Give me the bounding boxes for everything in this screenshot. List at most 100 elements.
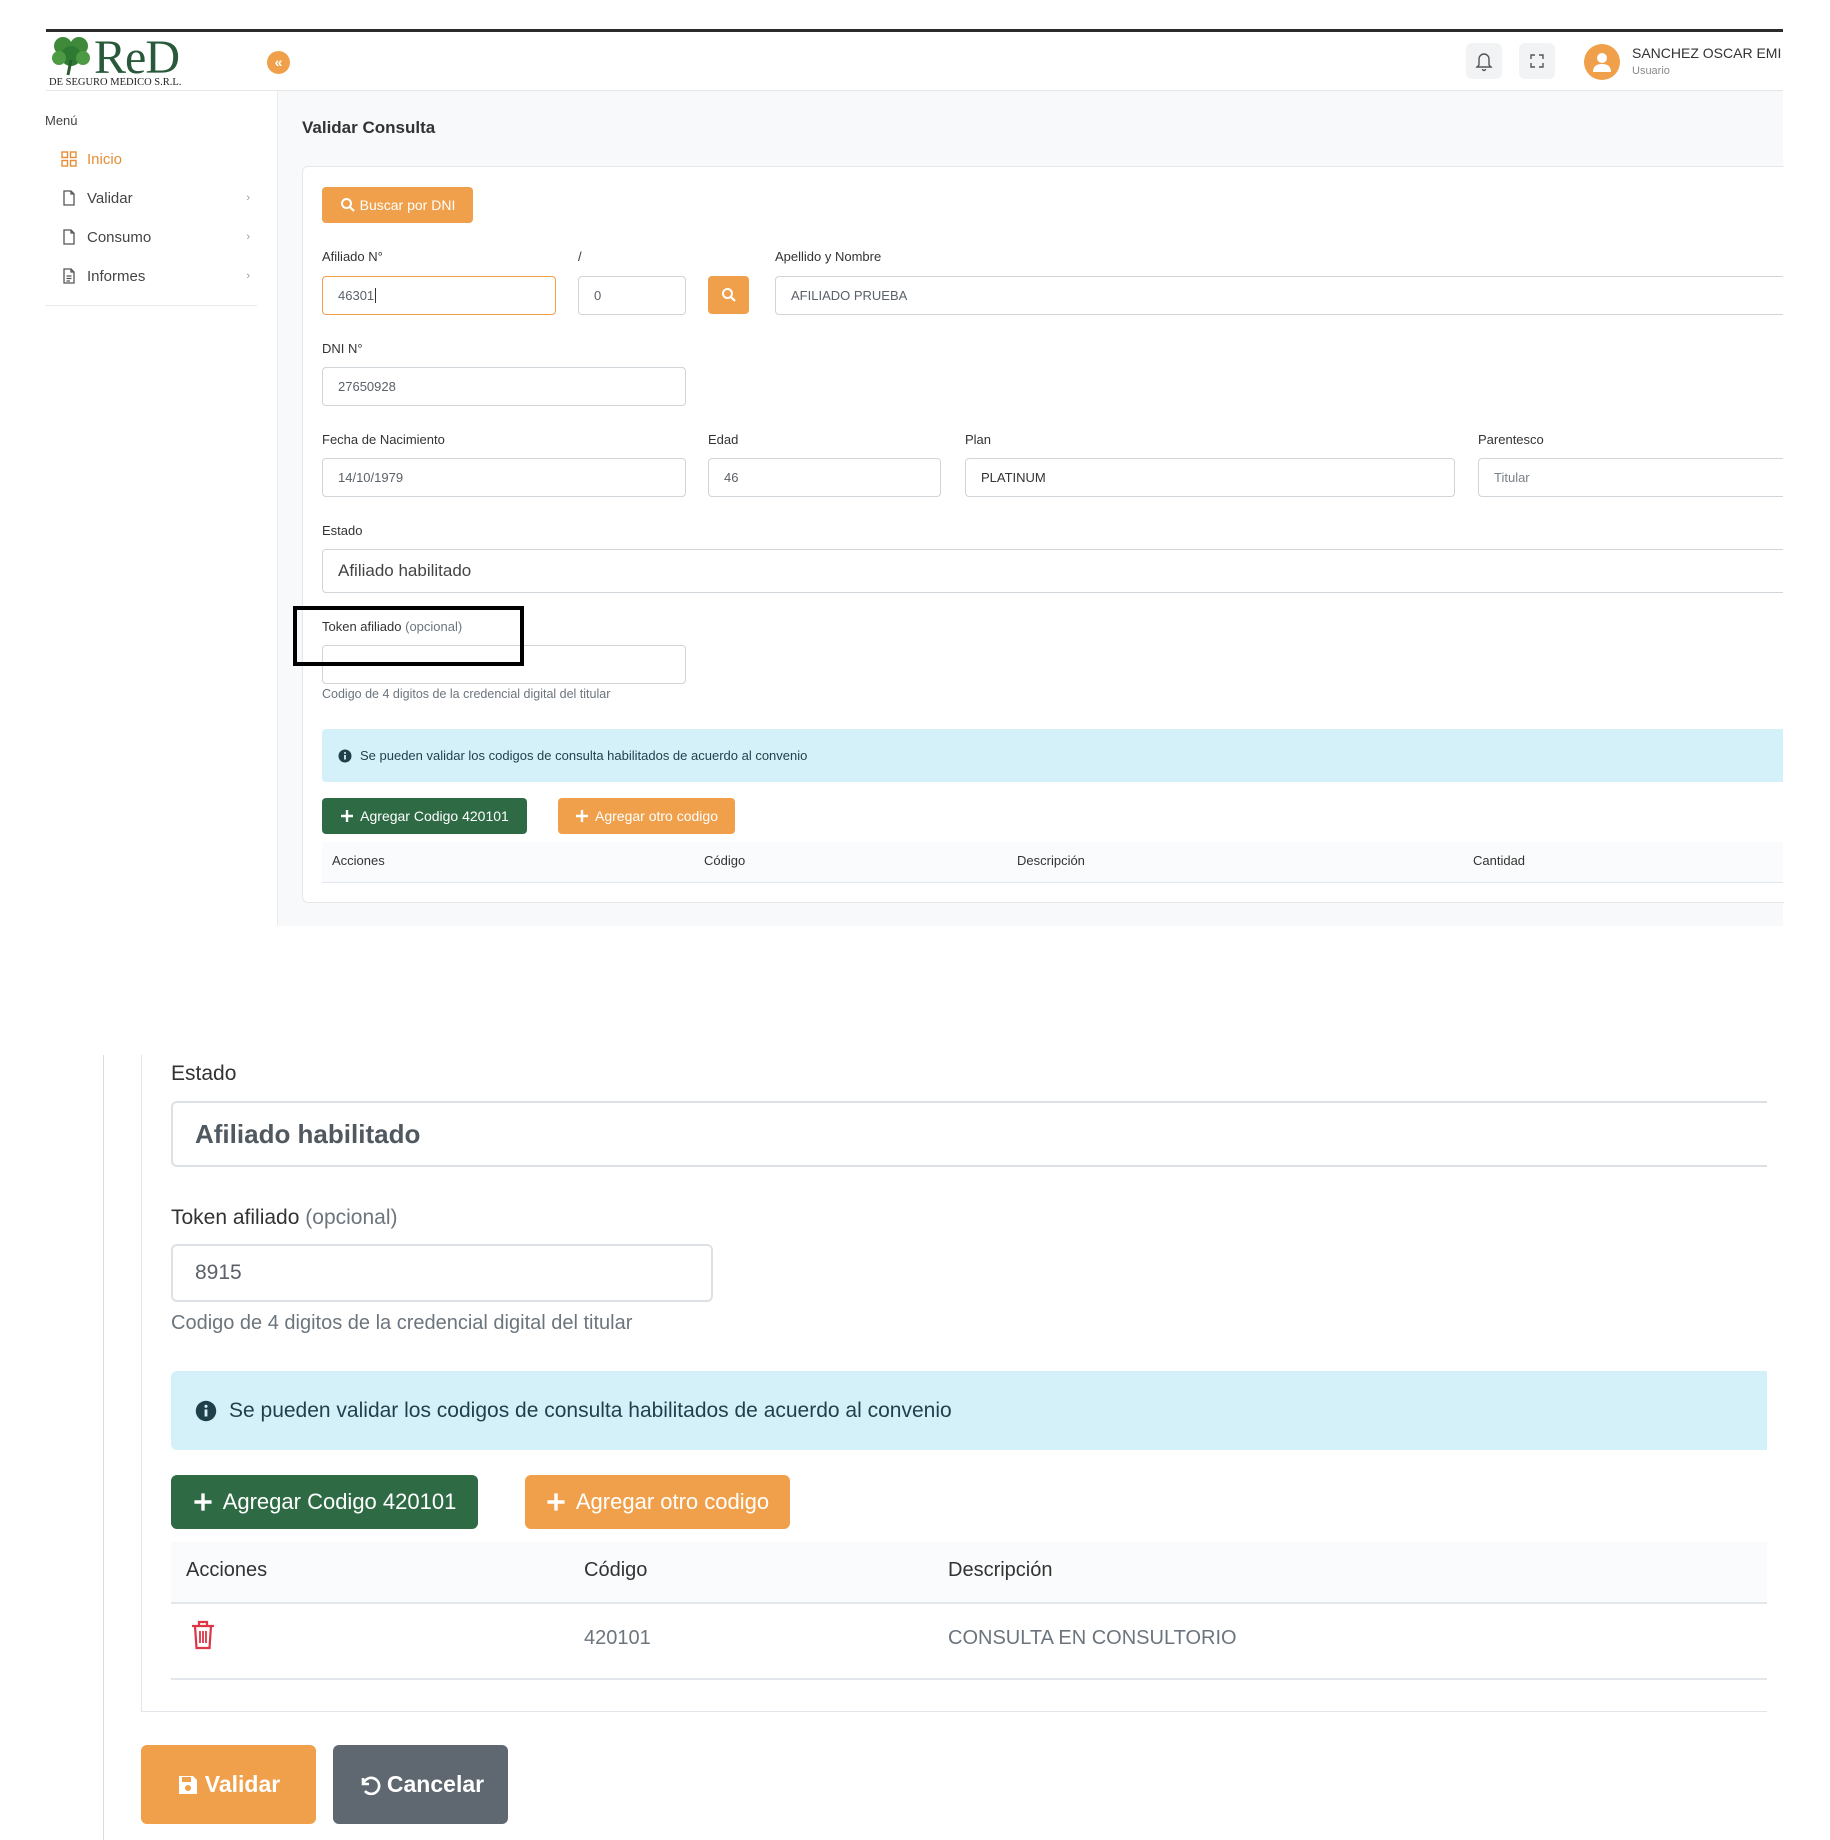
edad-label: Edad <box>708 432 739 447</box>
edad-value: 46 <box>724 470 739 485</box>
fecha-input[interactable]: 14/10/1979 <box>322 458 686 497</box>
info-alert-text: Se pueden validar los codigos de consult… <box>360 748 808 763</box>
sidebar-item-label: Informes <box>87 267 146 285</box>
validar-label: Validar <box>204 1771 281 1797</box>
screenshot-bottom: Estado Afiliado habilitado Token afiliad… <box>0 1055 1830 1840</box>
card-edge <box>141 1055 142 1712</box>
page-title: Validar Consulta <box>302 118 436 137</box>
parentesco-label: Parentesco <box>1478 432 1544 447</box>
sidebar-item-informes[interactable]: Informes › <box>60 261 250 291</box>
chevron-right-icon: › <box>246 270 250 282</box>
estado-field: Afiliado habilitado <box>322 549 1783 593</box>
add-other-code-label: Agregar otro codigo <box>595 808 718 824</box>
info-icon <box>195 1400 217 1421</box>
save-icon <box>178 1775 197 1794</box>
search-dni-label: Buscar por DNI <box>359 197 456 213</box>
estado-label: Estado <box>171 1062 237 1085</box>
notifications-button[interactable] <box>1466 43 1502 79</box>
info-alert: Se pueden validar los codigos de consult… <box>322 729 1783 782</box>
sidebar-item-label: Consumo <box>87 228 152 246</box>
th-codigo: Código <box>704 853 746 868</box>
sidebar-edge <box>103 1055 104 1840</box>
edad-input[interactable]: 46 <box>708 458 941 497</box>
afiliado-value: 46301 <box>338 288 375 303</box>
apellido-value: AFILIADO PRUEBA <box>791 288 908 303</box>
search-dni-button[interactable]: Buscar por DNI <box>322 187 473 223</box>
apellido-input[interactable]: AFILIADO PRUEBA <box>775 276 1783 315</box>
slash-label: / <box>578 249 582 264</box>
row-codigo: 420101 <box>584 1627 651 1649</box>
dni-input[interactable]: 27650928 <box>322 367 686 406</box>
estado-value: Afiliado habilitado <box>195 1118 421 1149</box>
plan-input[interactable]: PLATINUM <box>965 458 1455 497</box>
add-other-code-button[interactable]: Agregar otro codigo <box>558 798 735 834</box>
search-icon <box>340 198 355 212</box>
afiliado-suffix-input[interactable]: 0 <box>578 276 686 315</box>
fullscreen-button[interactable] <box>1519 43 1555 79</box>
cancelar-button[interactable]: Cancelar <box>333 1745 508 1824</box>
token-label-text: Token afiliado <box>171 1206 300 1229</box>
delete-row-button[interactable] <box>189 1619 217 1651</box>
plan-label: Plan <box>965 432 992 447</box>
token-input[interactable]: 8915 <box>171 1244 713 1302</box>
info-alert: Se pueden validar los codigos de consult… <box>171 1371 1767 1450</box>
sidebar-item-consumo[interactable]: Consumo › <box>60 222 250 252</box>
add-code-420101-button[interactable]: Agregar Codigo 420101 <box>171 1475 478 1529</box>
clover-logo-icon <box>48 34 94 76</box>
cancelar-label: Cancelar <box>386 1771 485 1797</box>
dni-value: 27650928 <box>338 379 396 394</box>
text-cursor <box>375 288 377 303</box>
logo-subtitle: DE SEGURO MEDICO S.R.L. <box>49 77 182 88</box>
token-optional-text: (opcional) <box>305 1206 398 1229</box>
info-alert-text: Se pueden validar los codigos de consult… <box>229 1398 952 1422</box>
screenshot-top: ReD DE SEGURO MEDICO S.R.L. « SANCHEZ OS… <box>0 0 1830 930</box>
trash-icon <box>192 1620 214 1650</box>
plus-icon <box>547 1493 565 1511</box>
th-codigo: Código <box>584 1559 648 1581</box>
grid-icon <box>61 151 77 167</box>
fecha-value: 14/10/1979 <box>338 470 404 485</box>
file-text-icon <box>63 268 75 284</box>
chevron-right-icon: › <box>246 231 250 243</box>
row-descripcion: CONSULTA EN CONSULTORIO <box>948 1627 1237 1649</box>
fecha-label: Fecha de Nacimiento <box>322 432 445 447</box>
user-name[interactable]: SANCHEZ OSCAR EMI <box>1632 45 1781 61</box>
sidebar-item-validar[interactable]: Validar › <box>60 183 250 213</box>
menu-title: Menú <box>45 113 78 128</box>
token-label: Token afiliado (opcional) <box>171 1206 397 1230</box>
th-cantidad: Cantidad <box>1473 853 1526 868</box>
file-icon <box>63 190 75 206</box>
token-hint: Codigo de 4 digitos de la credencial dig… <box>322 687 611 701</box>
token-hint: Codigo de 4 digitos de la credencial dig… <box>171 1312 633 1334</box>
card-bottom-edge <box>141 1711 1767 1712</box>
add-other-code-label: Agregar otro codigo <box>575 1489 770 1514</box>
avatar[interactable] <box>1584 44 1620 80</box>
sidebar-item-inicio[interactable]: Inicio <box>60 144 250 174</box>
parentesco-input[interactable]: Titular <box>1478 458 1783 497</box>
estado-field: Afiliado habilitado <box>171 1101 1767 1167</box>
search-afiliado-button[interactable] <box>708 276 749 314</box>
plus-icon <box>576 810 589 822</box>
add-other-code-button[interactable]: Agregar otro codigo <box>525 1475 790 1529</box>
sidebar-collapse-button[interactable]: « <box>267 51 290 74</box>
bell-icon <box>1475 53 1493 72</box>
search-icon <box>721 288 736 302</box>
file-icon <box>63 229 75 245</box>
add-code-420101-button[interactable]: Agregar Codigo 420101 <box>322 798 527 834</box>
th-acciones: Acciones <box>332 853 385 868</box>
afiliado-input[interactable]: 46301 <box>322 276 556 315</box>
th-descripcion: Descripción <box>1017 853 1085 868</box>
info-icon <box>338 749 352 762</box>
sidebar-divider <box>45 305 257 306</box>
plan-value: PLATINUM <box>981 470 1046 485</box>
highlight-box <box>293 606 524 666</box>
afiliado-suffix-value: 0 <box>594 288 602 303</box>
apellido-label: Apellido y Nombre <box>775 249 882 264</box>
plus-icon <box>341 810 354 822</box>
dni-label: DNI N° <box>322 341 363 356</box>
token-value: 8915 <box>195 1261 242 1284</box>
fullscreen-icon <box>1530 54 1544 68</box>
plus-icon <box>194 1493 212 1511</box>
estado-value: Afiliado habilitado <box>338 561 472 580</box>
validar-button[interactable]: Validar <box>141 1745 316 1824</box>
